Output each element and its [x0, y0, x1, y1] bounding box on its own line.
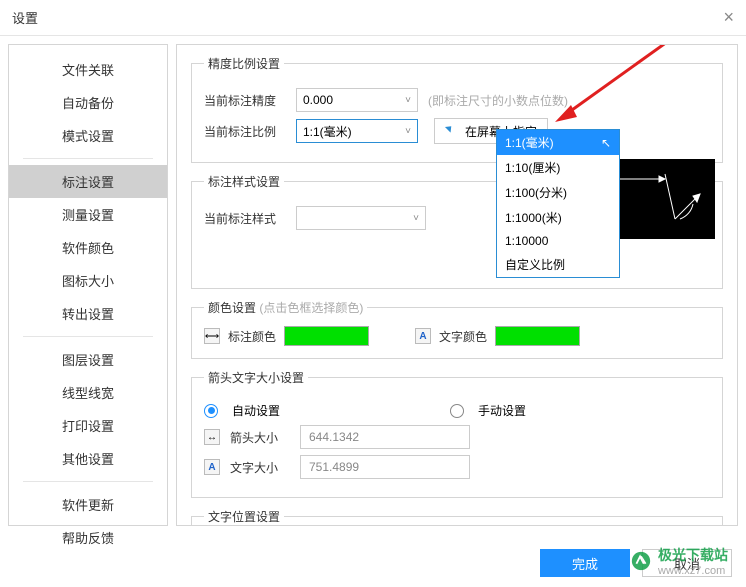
arrow-size-icon: ↔ [204, 429, 220, 445]
title-bar: 设置 × [0, 0, 746, 36]
text-size-label: 文字大小 [230, 459, 290, 476]
precision-select[interactable]: 0.000 ˅ [296, 88, 418, 112]
arrow-size-input[interactable] [300, 425, 470, 449]
scale-label: 当前标注比例 [204, 123, 286, 140]
dropdown-item[interactable]: 1:1(毫米)↖ [497, 130, 619, 155]
auto-radio-label: 自动设置 [232, 402, 280, 419]
sidebar-item-icon-size[interactable]: 图标大小 [9, 264, 167, 297]
chevron-down-icon: ˅ [413, 213, 419, 224]
manual-radio[interactable] [450, 404, 464, 418]
manual-radio-label: 手动设置 [478, 402, 526, 419]
close-icon[interactable]: × [723, 7, 734, 28]
color-legend: 颜色设置 (点击色框选择颜色) [204, 299, 367, 316]
sidebar-item-auto-backup[interactable]: 自动备份 [9, 86, 167, 119]
arrow-legend: 箭头文字大小设置 [204, 369, 308, 386]
sidebar-item-color[interactable]: 软件颜色 [9, 231, 167, 264]
dropdown-item[interactable]: 1:100(分米) [497, 180, 619, 205]
sidebar-item-feedback[interactable]: 帮助反馈 [9, 521, 167, 554]
sidebar-separator [23, 158, 153, 159]
style-legend: 标注样式设置 [204, 173, 284, 190]
mark-color-label: 标注颜色 [228, 328, 276, 345]
sidebar-item-annotation[interactable]: 标注设置 [9, 165, 167, 198]
dropdown-item[interactable]: 1:1000(米) [497, 205, 619, 230]
precision-hint: (即标注尺寸的小数点位数) [428, 92, 568, 109]
textpos-legend: 文字位置设置 [204, 508, 284, 525]
settings-sidebar: 文件关联 自动备份 模式设置 标注设置 测量设置 软件颜色 图标大小 转出设置 … [8, 44, 168, 526]
cursor-pointer-icon: ↖ [601, 136, 611, 150]
sidebar-item-mode[interactable]: 模式设置 [9, 119, 167, 152]
chevron-down-icon: ˅ [405, 95, 411, 106]
text-color-label: 文字颜色 [439, 328, 487, 345]
style-select[interactable]: ˅ [296, 206, 426, 230]
dropdown-item[interactable]: 1:10(厘米) [497, 155, 619, 180]
arrow-group: 箭头文字大小设置 自动设置 手动设置 ↔ 箭头大小 A 文字大小 [191, 369, 723, 498]
mark-color-swatch[interactable] [284, 326, 369, 346]
dropdown-item[interactable]: 1:10000 [497, 230, 619, 252]
sidebar-item-layer[interactable]: 图层设置 [9, 343, 167, 376]
text-color-swatch[interactable] [495, 326, 580, 346]
precision-legend: 精度比例设置 [204, 55, 284, 72]
style-label: 当前标注样式 [204, 210, 286, 227]
dropdown-item[interactable]: 自定义比例 [497, 252, 619, 277]
auto-radio[interactable] [204, 404, 218, 418]
text-icon: A [415, 328, 431, 344]
color-group: 颜色设置 (点击色框选择颜色) ⟷ 标注颜色 A 文字颜色 [191, 299, 723, 359]
sidebar-item-update[interactable]: 软件更新 [9, 488, 167, 521]
content-panel: 精度比例设置 当前标注精度 0.000 ˅ (即标注尺寸的小数点位数) 当前标注… [176, 44, 738, 526]
sidebar-separator [23, 481, 153, 482]
sidebar-separator [23, 336, 153, 337]
sidebar-item-print[interactable]: 打印设置 [9, 409, 167, 442]
cursor-icon [445, 124, 459, 138]
precision-label: 当前标注精度 [204, 92, 286, 109]
text-size-icon: A [204, 459, 220, 475]
ok-button[interactable]: 完成 [540, 549, 630, 577]
dialog-footer: 完成 取消 [540, 549, 732, 577]
textpos-group: 文字位置设置 A 尺寸线上方 A 尺寸线中间 [191, 508, 723, 526]
cancel-button[interactable]: 取消 [642, 549, 732, 577]
scale-dropdown[interactable]: 1:1(毫米)↖ 1:10(厘米) 1:100(分米) 1:1000(米) 1:… [496, 129, 620, 278]
window-title: 设置 [12, 8, 38, 27]
dimension-icon: ⟷ [204, 328, 220, 344]
sidebar-item-file-assoc[interactable]: 文件关联 [9, 53, 167, 86]
sidebar-item-export[interactable]: 转出设置 [9, 297, 167, 330]
text-size-input[interactable] [300, 455, 470, 479]
chevron-down-icon: ˅ [405, 126, 411, 137]
sidebar-item-linetype[interactable]: 线型线宽 [9, 376, 167, 409]
arrow-size-label: 箭头大小 [230, 429, 290, 446]
sidebar-item-measure[interactable]: 测量设置 [9, 198, 167, 231]
precision-group: 精度比例设置 当前标注精度 0.000 ˅ (即标注尺寸的小数点位数) 当前标注… [191, 55, 723, 163]
scale-select[interactable]: 1:1(毫米) ˅ [296, 119, 418, 143]
sidebar-item-other[interactable]: 其他设置 [9, 442, 167, 475]
